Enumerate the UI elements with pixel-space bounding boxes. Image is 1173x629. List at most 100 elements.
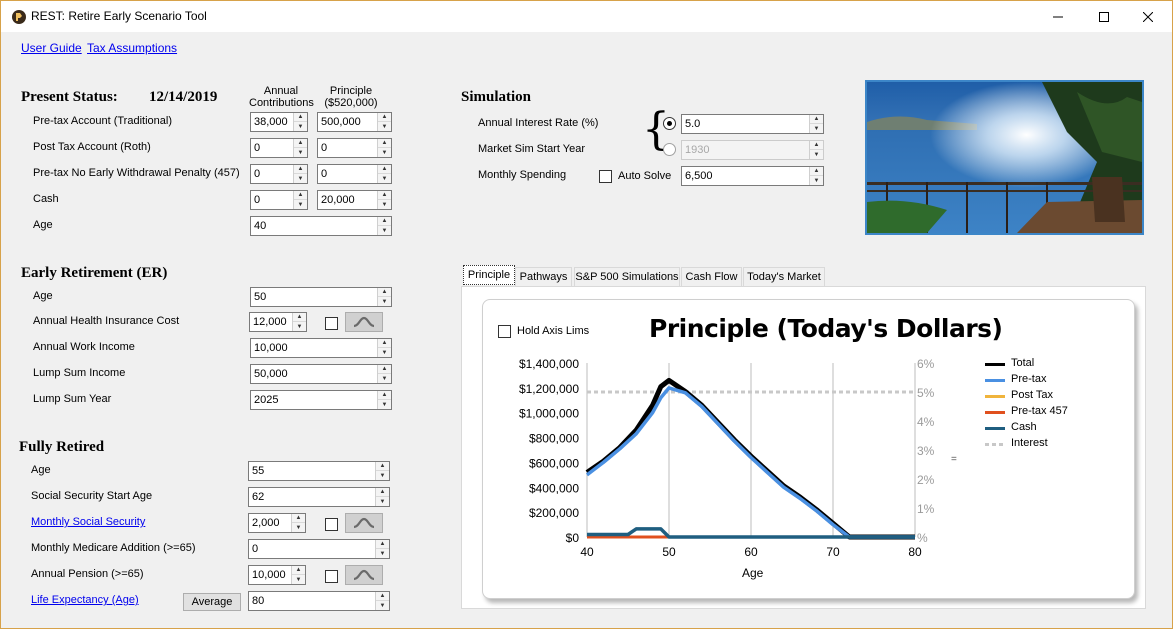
- pretax457-contrib-spinner[interactable]: 0 ▲ ▼: [250, 164, 308, 184]
- pension-checkbox[interactable]: [325, 570, 338, 583]
- pension-label: Annual Pension (>=65): [31, 568, 144, 580]
- user-guide-link[interactable]: User Guide: [21, 41, 82, 55]
- posttax-principle-spinner[interactable]: 0 ▲ ▼: [317, 138, 392, 158]
- pretax-principle-spinner[interactable]: 500,000 ▲ ▼: [317, 112, 392, 132]
- legend-label: Cash: [1011, 421, 1037, 433]
- average-button[interactable]: Average: [183, 593, 241, 611]
- maximize-button[interactable]: [1081, 1, 1127, 32]
- lake-scene-image: [867, 82, 1142, 233]
- principle-header: Principle ($520,000): [324, 85, 378, 109]
- legend-label: Interest: [1011, 437, 1048, 449]
- tab-principle[interactable]: Principle: [463, 265, 515, 285]
- curve-icon: [353, 517, 375, 529]
- medicare-spinner[interactable]: 0 ▲ ▼: [248, 539, 390, 559]
- cash-principle-spinner[interactable]: 20,000 ▲ ▼: [317, 190, 392, 210]
- annual-contributions-header: Annual Contributions: [249, 85, 314, 109]
- legend-swatch: [985, 427, 1005, 430]
- health-insurance-curve-button[interactable]: [345, 312, 383, 332]
- chart-card: [482, 299, 1135, 599]
- fully-retired-heading: Fully Retired: [19, 439, 105, 455]
- lump-sum-spinner[interactable]: 50,000 ▲ ▼: [250, 364, 392, 384]
- pension-curve-button[interactable]: [345, 565, 383, 585]
- posttax-contrib-spinner[interactable]: 0 ▲ ▼: [250, 138, 308, 158]
- er-age-label: Age: [33, 290, 53, 302]
- pretax457-principle-spinner[interactable]: 0 ▲ ▼: [317, 164, 392, 184]
- legend-label: Total: [1011, 357, 1035, 369]
- interest-rate-radio[interactable]: [663, 117, 676, 130]
- title-bar: REST: Retire Early Scenario Tool: [1, 1, 1172, 32]
- present-status-heading: Present Status:: [21, 89, 118, 105]
- auto-solve-label: Auto Solve: [618, 170, 672, 182]
- pretax-contrib-spinner[interactable]: 38,000 ▲ ▼: [250, 112, 308, 132]
- tab-sp500-simulations[interactable]: S&P 500 Simulations: [574, 267, 680, 287]
- close-button[interactable]: [1125, 1, 1171, 32]
- monthly-spending-label: Monthly Spending: [478, 169, 567, 181]
- lump-sum-label: Lump Sum Income: [33, 367, 126, 379]
- chart-title: Principle (Today's Dollars): [649, 314, 1003, 343]
- tax-assumptions-link[interactable]: Tax Assumptions: [87, 41, 177, 55]
- life-expectancy-link[interactable]: Life Expectancy (Age): [31, 594, 139, 606]
- pretax-label: Pre-tax Account (Traditional): [33, 115, 172, 127]
- monthly-ss-link[interactable]: Monthly Social Security: [31, 516, 145, 528]
- curve-icon: [353, 316, 375, 328]
- tab-cash-flow[interactable]: Cash Flow: [681, 267, 742, 287]
- monthly-ss-checkbox[interactable]: [325, 518, 338, 531]
- hold-axis-lims-checkbox[interactable]: [498, 325, 511, 338]
- legend-label: Pre-tax: [1011, 373, 1047, 385]
- resize-grip-icon: =: [951, 454, 957, 465]
- life-expectancy-spinner[interactable]: 80 ▲ ▼: [248, 591, 390, 611]
- present-age-spinner[interactable]: 40 ▲ ▼: [250, 216, 392, 236]
- pension-spinner[interactable]: 10,000 ▲ ▼: [248, 565, 306, 585]
- window-title: REST: Retire Early Scenario Tool: [31, 9, 207, 23]
- x-axis-title: Age: [742, 566, 764, 580]
- er-age-spinner[interactable]: 50 ▲ ▼: [250, 287, 392, 307]
- tab-pathways[interactable]: Pathways: [515, 267, 572, 287]
- legend-swatch: [985, 363, 1005, 366]
- pretax457-label: Pre-tax No Early Withdrawal Penalty (457…: [33, 167, 240, 179]
- fr-age-spinner[interactable]: 55 ▲ ▼: [248, 461, 390, 481]
- tab-todays-market[interactable]: Today's Market: [743, 267, 825, 287]
- app-window: REST: Retire Early Scenario Tool User Gu…: [0, 0, 1173, 629]
- medicare-label: Monthly Medicare Addition (>=65): [31, 542, 196, 554]
- app-logo-icon: [12, 10, 26, 24]
- market-start-spinner[interactable]: 1930 ▲ ▼: [681, 140, 824, 160]
- minimize-icon: [1053, 16, 1063, 17]
- legend-swatch: [985, 379, 1005, 382]
- health-insurance-spinner[interactable]: 12,000 ▲ ▼: [249, 312, 307, 332]
- interest-rate-label: Annual Interest Rate (%): [478, 117, 599, 129]
- market-sim-radio[interactable]: [663, 143, 676, 156]
- market-start-label: Market Sim Start Year: [478, 143, 585, 155]
- work-income-label: Annual Work Income: [33, 341, 135, 353]
- close-icon: [1143, 11, 1153, 22]
- health-insurance-checkbox[interactable]: [325, 317, 338, 330]
- ss-start-spinner[interactable]: 62 ▲ ▼: [248, 487, 390, 507]
- cash-label: Cash: [33, 193, 59, 205]
- maximize-icon: [1099, 11, 1109, 22]
- legend-swatch: [985, 395, 1005, 398]
- hold-axis-lims-label: Hold Axis Lims: [517, 325, 590, 337]
- legend-swatch: [985, 411, 1005, 414]
- monthly-spending-spinner[interactable]: 6,500 ▲ ▼: [681, 166, 824, 186]
- legend-label: Post Tax: [1011, 389, 1053, 401]
- lump-sum-year-label: Lump Sum Year: [33, 393, 112, 405]
- present-date: 12/14/2019: [149, 89, 218, 105]
- legend-swatch: [985, 443, 1005, 446]
- legend-label: Pre-tax 457: [1011, 405, 1068, 417]
- curve-icon: [353, 569, 375, 581]
- work-income-spinner[interactable]: 10,000 ▲ ▼: [250, 338, 392, 358]
- ss-start-label: Social Security Start Age: [31, 490, 153, 502]
- auto-solve-checkbox[interactable]: [599, 170, 612, 183]
- simulation-heading: Simulation: [461, 89, 532, 105]
- cash-contrib-spinner[interactable]: 0 ▲ ▼: [250, 190, 308, 210]
- monthly-ss-curve-button[interactable]: [345, 513, 383, 533]
- fr-age-label: Age: [31, 464, 51, 476]
- minimize-button[interactable]: [1035, 1, 1081, 32]
- present-age-label: Age: [33, 219, 53, 231]
- interest-rate-spinner[interactable]: 5.0 ▲ ▼: [681, 114, 824, 134]
- early-retirement-heading: Early Retirement (ER): [21, 265, 168, 281]
- health-insurance-label: Annual Health Insurance Cost: [33, 315, 180, 327]
- lump-sum-year-spinner[interactable]: 2025 ▲ ▼: [250, 390, 392, 410]
- monthly-ss-spinner[interactable]: 2,000 ▲ ▼: [248, 513, 306, 533]
- posttax-label: Post Tax Account (Roth): [33, 141, 151, 153]
- lake-view-photo: [865, 80, 1144, 235]
